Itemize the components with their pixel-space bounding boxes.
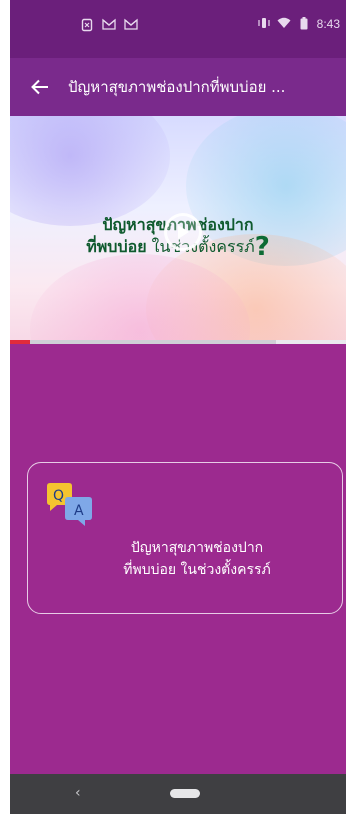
card-text-line1: ปัญหาสุขภาพช่องปาก xyxy=(130,540,264,556)
battery-saver-icon xyxy=(80,18,94,32)
play-button[interactable] xyxy=(164,213,202,251)
gmail-icon xyxy=(124,18,138,32)
qa-chat-bubbles-icon: Q A xyxy=(47,483,92,526)
back-arrow-icon[interactable] xyxy=(20,67,60,107)
progress-fill xyxy=(10,340,31,344)
app-bar: ปัญหาสุขภาพช่องปากที่พบบ่อย ... xyxy=(10,58,346,116)
card-text: ปัญหาสุขภาพช่องปาก ที่พบบ่อย ในช่วงตั้งค… xyxy=(82,537,312,581)
video-progress-bar[interactable] xyxy=(10,340,346,344)
video-player[interactable]: ปัญหาสุขภาพช่องปาก ที่พบบ่อย ในช่วงตั้งค… xyxy=(10,116,346,344)
system-icons: 8:43 xyxy=(257,17,340,31)
video-title-question-mark: ? xyxy=(254,232,270,262)
progress-buffer xyxy=(276,340,346,344)
gmail-icon xyxy=(102,18,116,32)
nav-home-pill[interactable] xyxy=(170,789,200,798)
nav-back-button[interactable]: ‹ xyxy=(75,785,81,801)
play-icon xyxy=(178,225,189,239)
qa-icon-letter-q: Q xyxy=(53,488,64,504)
system-navigation-bar: ‹ xyxy=(10,774,346,814)
card-text-line2: ที่พบบ่อย ในช่วงตั้งครรภ์ xyxy=(123,562,271,578)
vibrate-icon xyxy=(257,17,271,31)
clock: 8:43 xyxy=(316,17,340,31)
battery-icon xyxy=(297,17,311,31)
wifi-icon xyxy=(277,17,291,31)
video-background-glow xyxy=(10,116,170,226)
video-title-bold: ที่พบบ่อย xyxy=(86,237,147,256)
video-title-light: ในช่วงตั้งครรภ์ xyxy=(146,237,255,256)
qa-card[interactable]: Q A ปัญหาสุขภาพช่องปาก ที่พบบ่อย ในช่วงต… xyxy=(27,462,343,614)
notification-icons xyxy=(80,18,138,32)
page-title: ปัญหาสุขภาพช่องปากที่พบบ่อย ... xyxy=(68,78,286,96)
left-edge xyxy=(0,0,10,814)
status-bar: 8:43 xyxy=(10,0,346,58)
qa-icon-letter-a: A xyxy=(74,503,84,519)
